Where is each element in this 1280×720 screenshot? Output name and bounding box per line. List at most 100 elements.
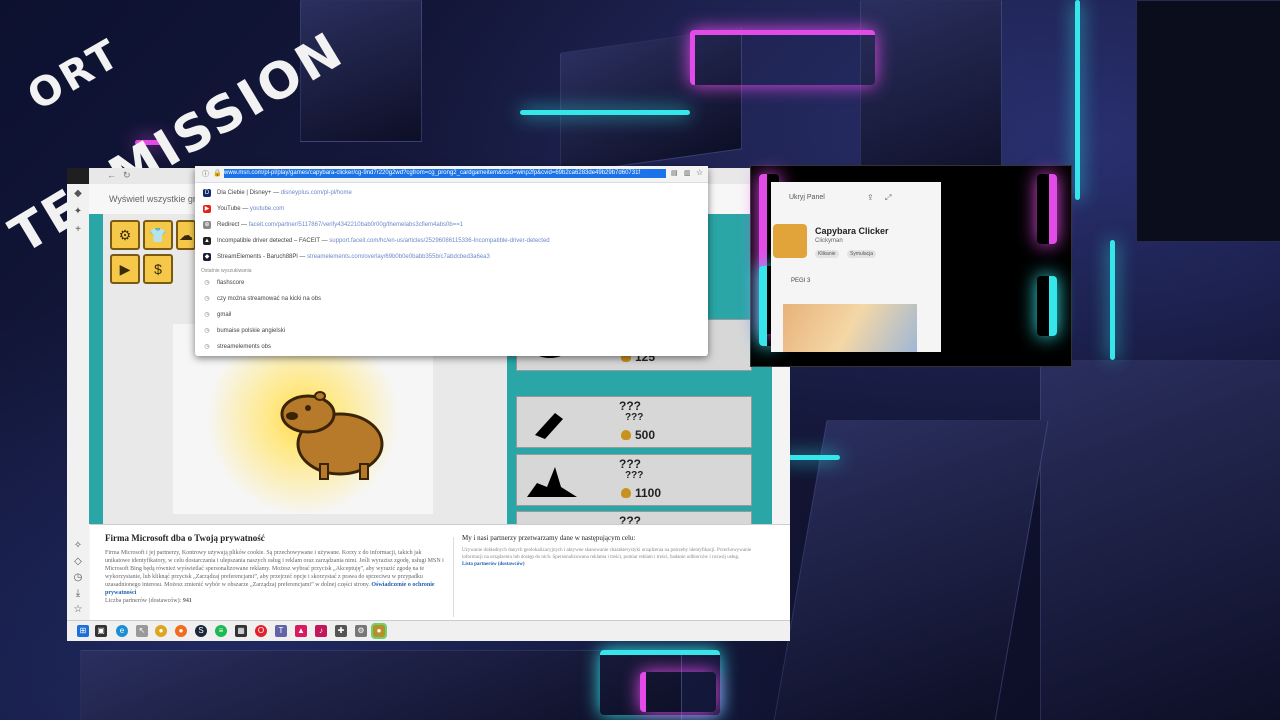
back-to-games-link[interactable]: Wyświetl wszystkie gry xyxy=(109,194,200,204)
play-icon[interactable]: ▶ xyxy=(110,254,140,284)
copilot-icon[interactable]: ◆ xyxy=(72,188,84,200)
shop-item-price: 500 xyxy=(621,428,655,442)
capybara-app-icon[interactable]: ● xyxy=(371,623,387,639)
neon-frame xyxy=(1037,174,1057,244)
suggestion-item[interactable]: ▲ Incompatible driver detected – FACEIT … xyxy=(195,233,708,249)
favorite-icon[interactable]: ☆ xyxy=(72,604,84,616)
cloud-icon[interactable]: ☁ xyxy=(176,220,196,250)
partners-count: 941 xyxy=(182,598,192,604)
back-arrow-icon[interactable]: ← xyxy=(107,170,116,180)
recent-search-item[interactable]: ◷ flashscore xyxy=(195,275,708,291)
recent-search-item[interactable]: ◷ streamelements obs xyxy=(195,339,708,355)
recent-search-item[interactable]: ◷ bumaise polskie angielski xyxy=(195,323,708,339)
partners-list-link[interactable]: Lista partnerów (dostawców) xyxy=(462,562,525,567)
locked-item-silhouette xyxy=(535,413,563,439)
suggestion-url: faceit.com/partner/5117867/verify4342210… xyxy=(248,222,464,228)
suggestion-item[interactable]: D Dla Ciebie | Disney+ — disneyplus.com/… xyxy=(195,185,708,201)
shirt-icon[interactable]: 👕 xyxy=(143,220,173,250)
teams-icon[interactable]: T xyxy=(275,625,287,637)
fullscreen-icon[interactable]: ⤢ xyxy=(885,193,891,203)
history-icon: ◷ xyxy=(204,344,210,350)
recent-search-text: czy można streamować na kicki na obs xyxy=(217,296,322,302)
purposes-text: Używanie dokładnych danych geolokalizacy… xyxy=(462,547,762,568)
bg-block xyxy=(773,420,1049,720)
history-icon: ◷ xyxy=(204,296,210,302)
money-bag-icon xyxy=(621,488,631,498)
recent-search-text: gmail xyxy=(217,312,232,318)
shield-icon[interactable]: ◇ xyxy=(72,556,84,568)
reader-icon[interactable]: ▤ xyxy=(671,169,678,177)
game-info-panel: Ukryj Panel ⇪ ⤢ Capybara Clicker Clickym… xyxy=(771,182,941,352)
favorite-icon[interactable]: ☆ xyxy=(696,168,703,177)
neon-line xyxy=(640,672,716,712)
steam-icon[interactable]: S xyxy=(195,625,207,637)
capybara-clicker[interactable] xyxy=(278,384,388,484)
cursor-icon[interactable]: ↖ xyxy=(136,625,148,637)
url-text[interactable]: www.msn.com/pl-pl/play/games/capybara-cl… xyxy=(224,169,666,178)
split-icon[interactable]: ▥ xyxy=(684,169,691,177)
game-publisher: Clickyman xyxy=(815,238,843,244)
firefox-icon[interactable]: ● xyxy=(175,625,187,637)
start-icon[interactable]: ⊞ xyxy=(77,625,89,637)
bg-block xyxy=(860,0,1002,192)
suggestion-item[interactable]: ◆ StreamElements - Baruch88Pl — streamel… xyxy=(195,249,708,265)
shop-item[interactable]: ??? ??? 1100 xyxy=(516,454,752,506)
faceit-icon: ▲ xyxy=(203,237,211,245)
globe-icon: ⊕ xyxy=(203,221,211,229)
collapse-panel-button[interactable]: Ukryj Panel xyxy=(789,194,825,201)
disney-icon: D xyxy=(203,189,211,197)
app-icon[interactable]: ▲ xyxy=(295,625,307,637)
games-icon[interactable]: ✦ xyxy=(72,206,84,218)
shop-item[interactable]: ??? ??? 500 xyxy=(516,396,752,448)
add-icon[interactable]: + xyxy=(72,224,84,236)
calculator-icon[interactable]: ▦ xyxy=(235,625,247,637)
refresh-icon[interactable]: ↻ xyxy=(123,170,131,181)
game-title: Capybara Clicker xyxy=(815,226,889,236)
history-icon: ◷ xyxy=(204,328,210,334)
download-icon[interactable]: ⤓ xyxy=(72,588,84,600)
recent-search-item[interactable]: ◷ czy można streamować na kicki na obs xyxy=(195,291,708,307)
genre-chip[interactable]: Klikanie xyxy=(815,250,839,258)
spotify-icon[interactable]: ≡ xyxy=(215,625,227,637)
game-icon[interactable]: ✚ xyxy=(335,625,347,637)
suggestion-url: support.faceit.com/hc/en-us/articles/252… xyxy=(329,238,550,244)
settings-icon[interactable]: ⚙ xyxy=(110,220,140,250)
suggestion-url: disneyplus.com/pl-pl/home xyxy=(280,190,352,196)
suggestion-title: Dla Ciebie | Disney+ xyxy=(217,190,272,196)
info-icon[interactable]: ⓘ xyxy=(202,169,209,179)
tiktok-icon[interactable]: ♪ xyxy=(315,625,327,637)
opera-icon[interactable]: O xyxy=(255,625,267,637)
lock-icon[interactable]: 🔒 xyxy=(213,169,222,177)
pegi-rating: PEGI 3 xyxy=(791,278,811,284)
history-icon: ◷ xyxy=(204,280,210,286)
task-view-icon[interactable]: ▣ xyxy=(95,625,107,637)
game-screenshot xyxy=(783,304,917,352)
edge-icon[interactable]: e xyxy=(116,625,128,637)
suggestion-item[interactable]: ▶ YouTube — youtube.com xyxy=(195,201,708,217)
locked-item-silhouette xyxy=(527,467,577,497)
suggestion-item[interactable]: ⊕ Redirect — faceit.com/partner/5117867/… xyxy=(195,217,708,233)
history-icon[interactable]: ◷ xyxy=(72,572,84,584)
neon-line xyxy=(520,110,690,115)
chrome-icon[interactable]: ● xyxy=(155,625,167,637)
suggestion-title: YouTube xyxy=(217,206,241,212)
settings-icon[interactable]: ⚙ xyxy=(355,625,367,637)
shop-item-price: 1100 xyxy=(621,486,661,500)
recent-search-text: bumaise polskie angielski xyxy=(217,328,286,334)
neon-line xyxy=(1075,0,1080,200)
recent-search-item[interactable]: ◷ gmail xyxy=(195,307,708,323)
shop-item-desc: ??? xyxy=(625,412,644,423)
history-icon: ◷ xyxy=(204,312,210,318)
recent-search-text: streamelements obs xyxy=(217,344,272,350)
youtube-icon: ▶ xyxy=(203,205,211,213)
genre-chip[interactable]: Symulacja xyxy=(847,250,877,258)
privacy-title: Firma Microsoft dba o Twoją prywatność xyxy=(105,533,265,543)
sparkle-icon[interactable]: ✧ xyxy=(72,540,84,552)
recent-searches-label: Ostatnie wyszukiwania xyxy=(201,268,252,274)
share-icon[interactable]: ⇪ xyxy=(867,193,874,202)
privacy-banner: Firma Microsoft dba o Twoją prywatność F… xyxy=(90,524,790,625)
money-bag-icon[interactable]: $ xyxy=(143,254,173,284)
url-bar[interactable]: ⓘ 🔒 www.msn.com/pl-pl/play/games/capybar… xyxy=(195,166,708,183)
overlay-text-top: ORT xyxy=(20,30,129,120)
suggestion-title: Redirect xyxy=(217,222,240,228)
